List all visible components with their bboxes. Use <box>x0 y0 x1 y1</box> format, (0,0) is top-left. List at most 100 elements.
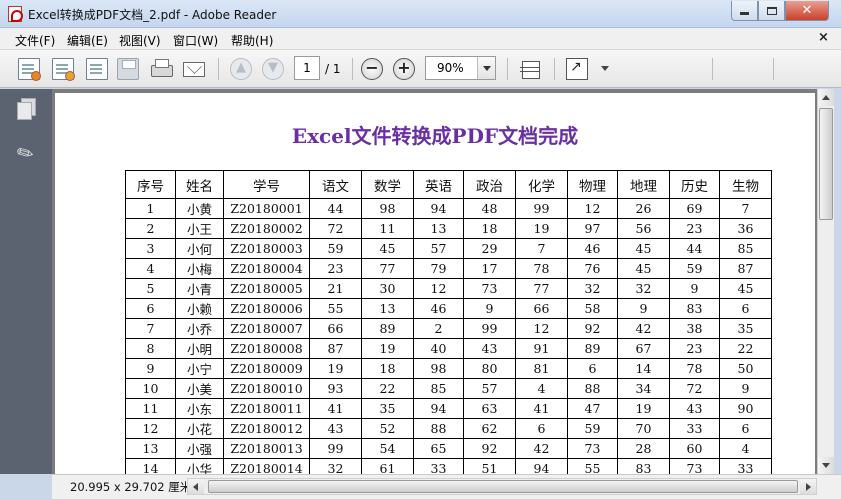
table-cell: 59 <box>669 258 720 279</box>
menu-window[interactable]: 窗口(W) <box>173 32 218 49</box>
table-row: 14 小华 Z20180014 32 61 33 51 94 55 83 73 33 <box>125 458 772 474</box>
maximize-icon <box>766 6 777 15</box>
table-cell: 99 <box>515 198 568 219</box>
table-cell: 32 <box>309 458 362 474</box>
table-cell: 79 <box>413 258 464 279</box>
close-window-button[interactable]: ✕ <box>785 1 829 21</box>
combine-files-icon[interactable] <box>52 58 75 81</box>
table-cell: 22 <box>361 378 414 399</box>
table-cell: 7 <box>125 318 176 339</box>
close-document-button[interactable]: × <box>818 30 829 45</box>
scroll-down-icon[interactable] <box>818 457 834 474</box>
table-cell: 94 <box>515 458 568 474</box>
save-icon[interactable] <box>117 58 139 80</box>
table-cell: 41 <box>309 398 362 419</box>
title-bar: Excel转换成PDF文档_2.pdf - Adobe Reader ✕ <box>0 0 841 28</box>
column-header: 历史 <box>669 170 720 199</box>
toolbar: ▲ ▼ − + 工具 签名 注释 <box>0 50 841 129</box>
table-cell: 26 <box>617 198 670 219</box>
table-cell: 45 <box>617 258 670 279</box>
table-cell: 89 <box>361 318 414 339</box>
table-cell: 99 <box>309 438 362 459</box>
table-cell: 小青 <box>175 278 224 299</box>
next-page-icon[interactable]: ▼ <box>262 58 284 80</box>
table-cell: 77 <box>515 278 568 299</box>
table-cell: 61 <box>361 458 414 474</box>
table-cell: 小王 <box>175 218 224 239</box>
table-cell: 17 <box>463 258 516 279</box>
table-cell: 80 <box>463 358 516 379</box>
table-cell: 85 <box>413 378 464 399</box>
table-header-row: 序号 姓名 学号 语文 数学 英语 政治 化学 物理 地理 历史 生物 <box>125 170 772 199</box>
table-cell: 89 <box>567 338 618 359</box>
table-cell: 23 <box>669 218 720 239</box>
table-cell: Z20180013 <box>223 438 310 459</box>
table-cell: 41 <box>515 398 568 419</box>
create-pdf-icon[interactable] <box>18 58 41 81</box>
column-header: 化学 <box>515 170 568 199</box>
print-icon[interactable] <box>150 58 173 80</box>
menu-view[interactable]: 视图(V) <box>119 32 161 49</box>
full-screen-icon[interactable] <box>566 58 588 80</box>
table-cell: 87 <box>719 258 772 279</box>
more-options-chevron-icon[interactable] <box>601 66 609 71</box>
table-row: 11 小东 Z20180011 41 35 94 63 41 47 19 43 90 <box>125 398 772 419</box>
minimize-button[interactable] <box>731 1 758 21</box>
scroll-left-icon[interactable] <box>188 479 204 494</box>
table-cell: 91 <box>515 338 568 359</box>
toolbar-separator <box>352 58 353 80</box>
horizontal-scrollbar[interactable] <box>187 478 817 495</box>
table-cell: 63 <box>463 398 516 419</box>
maximize-button[interactable] <box>758 1 785 21</box>
scroll-up-icon[interactable] <box>818 89 834 106</box>
toolbar-separator <box>712 58 713 80</box>
table-cell: 36 <box>719 218 772 239</box>
table-cell: 45 <box>361 238 414 259</box>
page-total: / 1 <box>325 62 341 76</box>
table-cell: 34 <box>617 378 670 399</box>
document-view[interactable]: Excel文件转换成PDF文档完成 序号 姓名 学号 语文 数学 英语 政治 化学 物理 地理 历史… <box>52 89 817 474</box>
edit-document-icon[interactable] <box>86 58 108 80</box>
table-cell: 12 <box>567 198 618 219</box>
table-row: 3 小何 Z20180003 59 45 57 29 7 46 45 44 85 <box>125 238 772 259</box>
table-cell: 56 <box>617 218 670 239</box>
table-cell: 21 <box>309 278 362 299</box>
column-header: 政治 <box>463 170 516 199</box>
column-header: 语文 <box>309 170 362 199</box>
table-row: 2 小王 Z20180002 72 11 13 18 19 97 56 23 36 <box>125 218 772 239</box>
window-title: Excel转换成PDF文档_2.pdf - Adobe Reader <box>28 8 277 22</box>
email-icon[interactable] <box>183 62 205 77</box>
table-cell: 12 <box>125 418 176 439</box>
table-cell: 44 <box>669 238 720 259</box>
table-cell: 98 <box>413 358 464 379</box>
vertical-scroll-thumb[interactable] <box>819 108 833 220</box>
table-cell: 46 <box>413 298 464 319</box>
table-cell: 42 <box>617 318 670 339</box>
table-cell: 小花 <box>175 418 224 439</box>
table-cell: 6 <box>719 298 772 319</box>
zoom-select[interactable]: 90% <box>425 56 496 80</box>
table-cell: 76 <box>567 258 618 279</box>
toolbar-separator <box>507 58 508 80</box>
table-cell: 小何 <box>175 238 224 259</box>
menu-help[interactable]: 帮助(H) <box>231 32 273 49</box>
table-cell: 13 <box>413 218 464 239</box>
menu-edit[interactable]: 编辑(E) <box>67 32 108 49</box>
page-number-input[interactable]: 1 <box>294 56 320 80</box>
table-cell: 40 <box>413 338 464 359</box>
page-thumbnails-icon[interactable] <box>17 98 37 120</box>
table-row: 7 小乔 Z20180007 66 89 2 99 12 92 42 38 35 <box>125 318 772 339</box>
table-cell: 48 <box>463 198 516 219</box>
table-cell: 小乔 <box>175 318 224 339</box>
table-cell: 87 <box>309 338 362 359</box>
table-cell: 83 <box>669 298 720 319</box>
previous-page-icon[interactable]: ▲ <box>230 58 252 80</box>
zoom-out-icon[interactable]: − <box>361 58 383 80</box>
chevron-down-icon[interactable] <box>477 57 495 79</box>
horizontal-scroll-thumb[interactable] <box>208 480 798 493</box>
menu-file[interactable]: 文件(F) <box>15 32 55 49</box>
fit-page-icon[interactable] <box>519 58 541 80</box>
vertical-scrollbar[interactable] <box>817 89 834 474</box>
scroll-right-icon[interactable] <box>800 479 816 494</box>
zoom-in-icon[interactable]: + <box>393 58 415 80</box>
